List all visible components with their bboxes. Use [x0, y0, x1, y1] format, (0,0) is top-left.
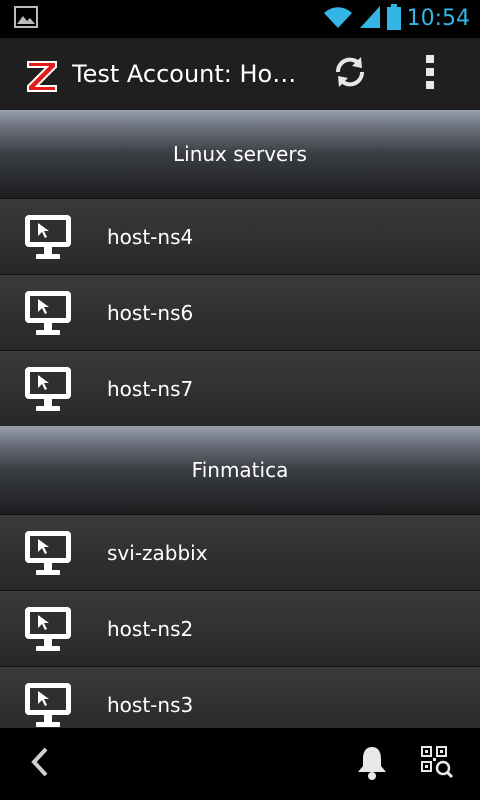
list-item[interactable]: svi-zabbix: [0, 514, 480, 590]
list-item[interactable]: host-ns7: [0, 350, 480, 426]
battery-icon: [386, 4, 401, 34]
host-name: svi-zabbix: [107, 540, 208, 565]
monitor-cursor-icon: [23, 528, 73, 578]
qr-scan-icon: [420, 745, 454, 783]
host-list[interactable]: Linux servers host-ns4 host-ns6 host-ns7…: [0, 110, 480, 728]
list-item[interactable]: host-ns4: [0, 198, 480, 274]
host-name: host-ns2: [107, 616, 194, 641]
back-icon: [30, 746, 50, 782]
refresh-icon: [332, 54, 368, 94]
notifications-button[interactable]: [342, 728, 402, 800]
back-button[interactable]: [0, 728, 80, 800]
host-name: host-ns6: [107, 300, 194, 325]
monitor-cursor-icon: [23, 604, 73, 654]
group-title: Linux servers: [173, 142, 307, 166]
group-header: Finmatica: [0, 426, 480, 514]
wifi-icon: [323, 5, 353, 33]
qr-scan-button[interactable]: [402, 728, 472, 800]
host-name: host-ns4: [107, 224, 194, 249]
bottom-bar: [0, 728, 480, 800]
signal-icon: [359, 5, 381, 33]
screen-title: Test Account: Hosts: [72, 60, 302, 88]
list-item[interactable]: host-ns6: [0, 274, 480, 350]
list-item[interactable]: host-ns3: [0, 666, 480, 728]
status-bar: 10:54: [0, 0, 480, 38]
host-name: host-ns7: [107, 376, 194, 401]
monitor-cursor-icon: [23, 364, 73, 414]
monitor-cursor-icon: [23, 288, 73, 338]
clock: 10:54: [406, 6, 470, 31]
monitor-cursor-icon: [23, 680, 73, 729]
group-header: Linux servers: [0, 110, 480, 198]
monitor-cursor-icon: [23, 212, 73, 262]
refresh-button[interactable]: [318, 38, 382, 110]
zabbix-logo-icon[interactable]: [22, 54, 62, 94]
action-bar: Test Account: Hosts: [0, 38, 480, 111]
group-title: Finmatica: [191, 458, 289, 482]
overflow-menu-button[interactable]: [398, 38, 462, 110]
list-item[interactable]: host-ns2: [0, 590, 480, 666]
host-name: host-ns3: [107, 692, 194, 717]
notification-bell-icon: [356, 744, 388, 784]
overflow-menu-icon: [424, 54, 436, 94]
image-notification-icon: [14, 6, 38, 32]
